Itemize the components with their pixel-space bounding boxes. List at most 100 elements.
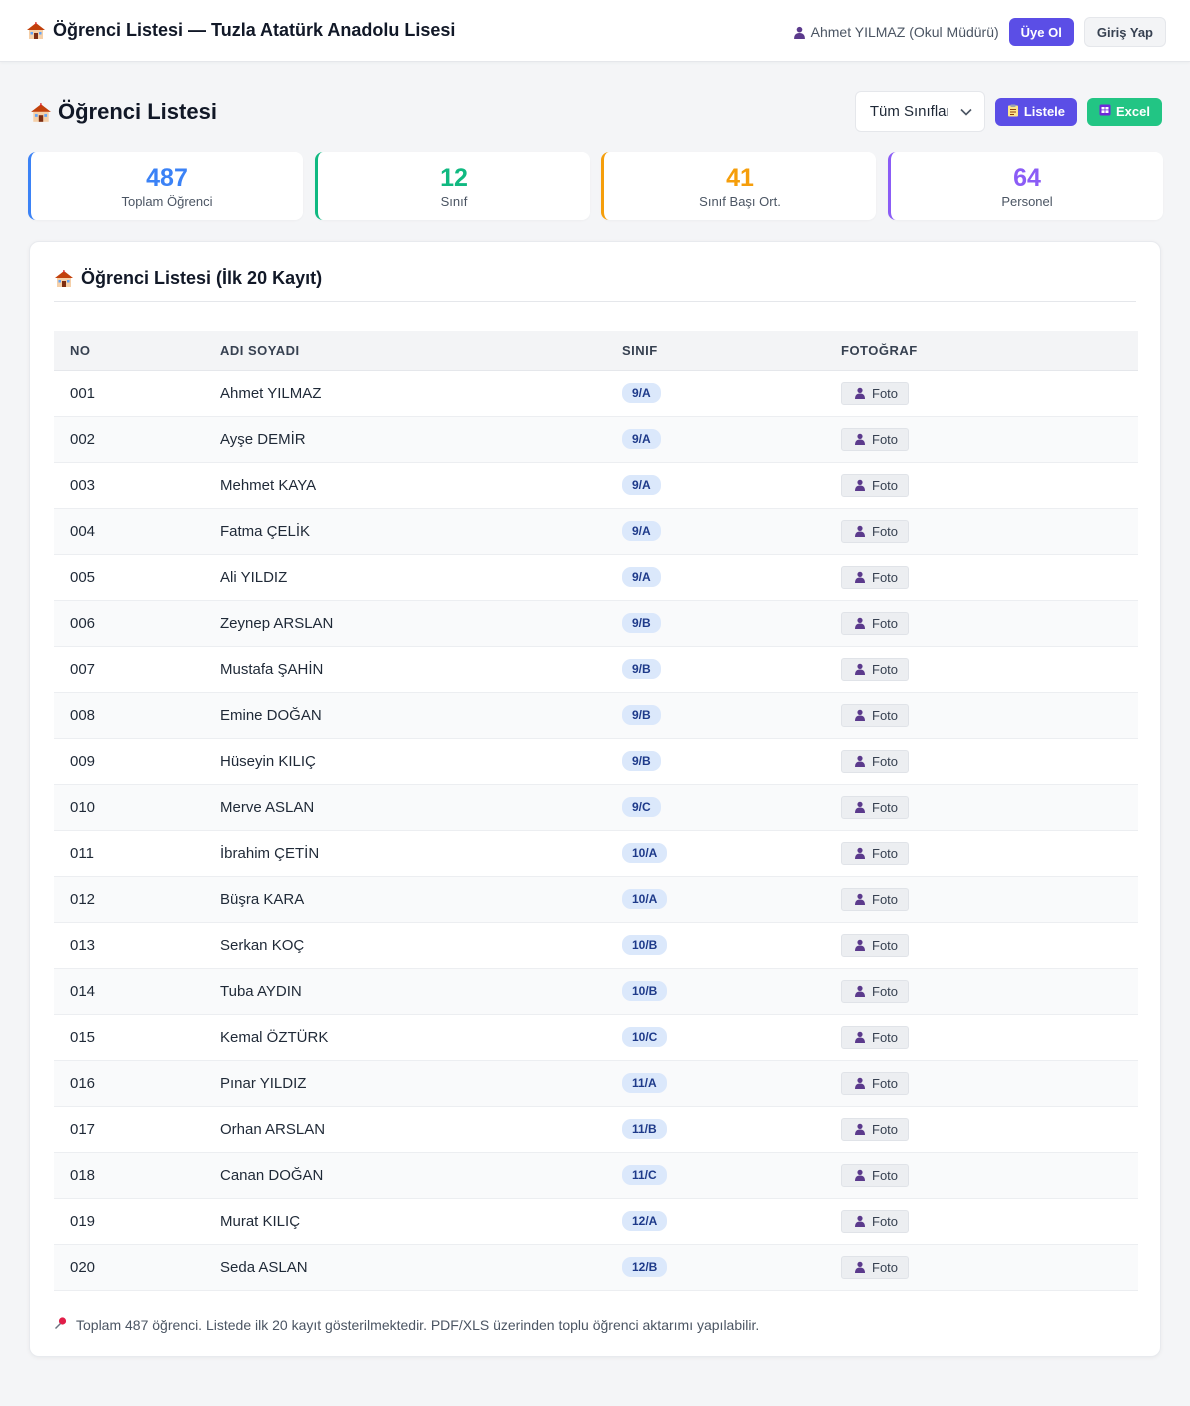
cell-class: 11/A: [622, 1060, 841, 1106]
column-header-no[interactable]: NO: [54, 331, 220, 371]
table-row[interactable]: 012 Büşra KARA 10/A Foto: [54, 876, 1138, 922]
table-row[interactable]: 018 Canan DOĞAN 11/C Foto: [54, 1152, 1138, 1198]
photo-button[interactable]: Foto: [841, 1025, 910, 1049]
table-row[interactable]: 020 Seda ASLAN 12/B Foto: [54, 1244, 1138, 1290]
stat-total-students: 487 Toplam Öğrenci: [28, 152, 303, 220]
signup-button[interactable]: Üye Ol: [1008, 18, 1074, 46]
stat-value: 64: [1013, 164, 1041, 192]
class-badge: 10/B: [622, 981, 668, 1001]
table-row[interactable]: 017 Orhan ARSLAN 11/B Foto: [54, 1106, 1138, 1152]
user-icon: [854, 801, 866, 813]
cell-class: 9/A: [622, 554, 841, 600]
cell-photo: Foto: [841, 646, 1138, 692]
user-icon: [854, 663, 866, 675]
cell-name: Mustafa ŞAHİN: [220, 660, 324, 678]
photo-button[interactable]: Foto: [841, 703, 910, 727]
table-row[interactable]: 007 Mustafa ŞAHİN 9/B Foto: [54, 646, 1138, 692]
cell-no: 001: [70, 384, 96, 402]
user-icon: [793, 26, 805, 39]
photo-button[interactable]: Foto: [841, 473, 910, 497]
column-header-photo[interactable]: FOTOĞRAF: [841, 331, 1138, 371]
table-row[interactable]: 008 Emine DOĞAN 9/B Foto: [54, 692, 1138, 738]
cell-name: Büşra KARA: [220, 890, 305, 908]
class-badge: 9/B: [622, 751, 661, 771]
stat-classes: 12 Sınıf: [315, 152, 590, 220]
photo-button[interactable]: Foto: [841, 749, 910, 773]
cell-no: 016: [70, 1074, 96, 1092]
table-row[interactable]: 009 Hüseyin KILIÇ 9/B Foto: [54, 738, 1138, 784]
cell-name: Orhan ARSLAN: [220, 1120, 326, 1138]
top-navbar: Öğrenci Listesi — Tuzla Atatürk Anadolu …: [0, 0, 1190, 62]
column-header-class[interactable]: SINIF: [622, 331, 841, 371]
cell-name: Mehmet KAYA: [220, 476, 317, 494]
stat-label: Sınıf: [440, 194, 468, 209]
cell-name: Pınar YILDIZ: [220, 1074, 307, 1092]
class-badge: 10/A: [622, 843, 668, 863]
photo-button-label: Foto: [872, 661, 899, 677]
photo-button[interactable]: Foto: [841, 1163, 910, 1187]
table-row[interactable]: 001 Ahmet YILMAZ 9/A Foto: [54, 370, 1138, 416]
user-icon: [854, 433, 866, 445]
table-row[interactable]: 013 Serkan KOÇ 10/B Foto: [54, 922, 1138, 968]
photo-button-label: Foto: [872, 1259, 899, 1275]
photo-button[interactable]: Foto: [841, 1071, 910, 1095]
photo-button[interactable]: Foto: [841, 611, 910, 635]
photo-button-label: Foto: [872, 799, 899, 815]
user-icon: [854, 709, 866, 721]
photo-button-label: Foto: [872, 1121, 899, 1137]
student-list-card: Öğrenci Listesi (İlk 20 Kayıt) NO ADI SO…: [29, 241, 1161, 1357]
cell-class: 10/C: [622, 1014, 841, 1060]
user-icon: [854, 985, 866, 997]
photo-button[interactable]: Foto: [841, 1117, 910, 1141]
table-row[interactable]: 010 Merve ASLAN 9/C Foto: [54, 784, 1138, 830]
current-user[interactable]: Ahmet YILMAZ (Okul Müdürü): [793, 24, 999, 40]
cell-class: 11/C: [622, 1152, 841, 1198]
photo-button[interactable]: Foto: [841, 381, 910, 405]
photo-button-label: Foto: [872, 431, 899, 447]
cell-class: 9/B: [622, 738, 841, 784]
photo-button[interactable]: Foto: [841, 887, 910, 911]
photo-button[interactable]: Foto: [841, 427, 910, 451]
table-row[interactable]: 006 Zeynep ARSLAN 9/B Foto: [54, 600, 1138, 646]
class-badge: 9/A: [622, 429, 661, 449]
photo-button[interactable]: Foto: [841, 1255, 910, 1279]
table-row[interactable]: 011 İbrahim ÇETİN 10/A Foto: [54, 830, 1138, 876]
cell-photo: Foto: [841, 1060, 1138, 1106]
list-button[interactable]: Listele: [994, 97, 1078, 126]
table-row[interactable]: 016 Pınar YILDIZ 11/A Foto: [54, 1060, 1138, 1106]
cell-no: 015: [70, 1028, 96, 1046]
cell-name: Fatma ÇELİK: [220, 522, 311, 540]
photo-button-label: Foto: [872, 477, 899, 493]
cell-no: 009: [70, 752, 96, 770]
photo-button[interactable]: Foto: [841, 933, 910, 957]
class-badge: 9/B: [622, 659, 661, 679]
table-row[interactable]: 003 Mehmet KAYA 9/A Foto: [54, 462, 1138, 508]
user-icon: [854, 1077, 866, 1089]
cell-photo: Foto: [841, 1244, 1138, 1290]
class-filter-select[interactable]: Tüm Sınıflar: [854, 91, 985, 132]
excel-button[interactable]: Excel: [1087, 97, 1162, 126]
photo-button[interactable]: Foto: [841, 519, 910, 543]
class-filter-value: Tüm Sınıflar: [869, 103, 948, 120]
class-badge: 11/C: [622, 1165, 667, 1185]
table-row[interactable]: 014 Tuba AYDIN 10/B Foto: [54, 968, 1138, 1014]
photo-button[interactable]: Foto: [841, 795, 910, 819]
photo-button-label: Foto: [872, 523, 899, 539]
photo-button[interactable]: Foto: [841, 565, 910, 589]
photo-button[interactable]: Foto: [841, 657, 910, 681]
photo-button[interactable]: Foto: [841, 1209, 910, 1233]
photo-button[interactable]: Foto: [841, 841, 910, 865]
table-row[interactable]: 015 Kemal ÖZTÜRK 10/C Foto: [54, 1014, 1138, 1060]
stat-label: Personel: [1001, 194, 1053, 209]
photo-button[interactable]: Foto: [841, 979, 910, 1003]
class-badge: 10/A: [622, 889, 668, 909]
app-title: Öğrenci Listesi — Tuzla Atatürk Anadolu …: [26, 20, 455, 41]
table-row[interactable]: 005 Ali YILDIZ 9/A Foto: [54, 554, 1138, 600]
cell-photo: Foto: [841, 738, 1138, 784]
table-row[interactable]: 004 Fatma ÇELİK 9/A Foto: [54, 508, 1138, 554]
login-button[interactable]: Giriş Yap: [1083, 17, 1166, 47]
column-header-name[interactable]: ADI SOYADI: [220, 331, 622, 371]
cell-class: 9/A: [622, 508, 841, 554]
table-row[interactable]: 002 Ayşe DEMİR 9/A Foto: [54, 416, 1138, 462]
table-row[interactable]: 019 Murat KILIÇ 12/A Foto: [54, 1198, 1138, 1244]
